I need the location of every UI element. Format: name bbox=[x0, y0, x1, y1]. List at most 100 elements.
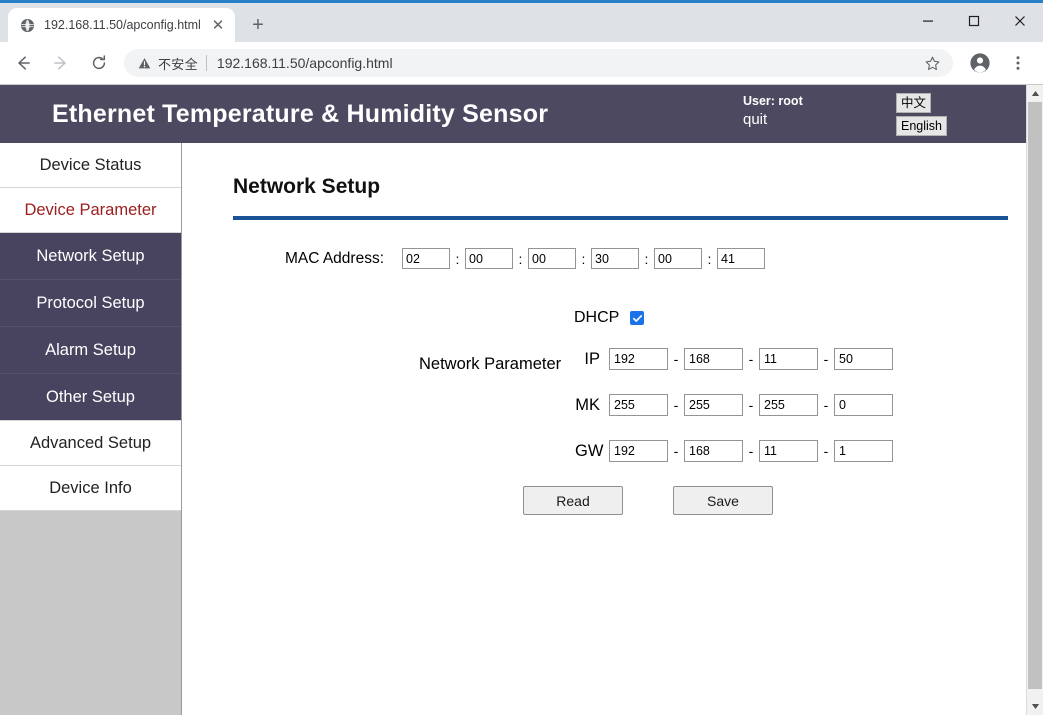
sidebar-item-device-parameter[interactable]: Device Parameter bbox=[0, 188, 181, 233]
title-divider bbox=[233, 216, 1008, 220]
mk-octet-1[interactable] bbox=[609, 394, 668, 416]
browser-menu-icon[interactable] bbox=[1003, 48, 1033, 78]
not-secure-warning-icon bbox=[137, 56, 152, 71]
mac-separator: : bbox=[576, 251, 591, 267]
minimize-icon[interactable] bbox=[905, 3, 951, 39]
mac-octet-1[interactable] bbox=[402, 248, 450, 269]
ip-separator: - bbox=[668, 351, 684, 367]
forward-icon[interactable] bbox=[46, 48, 76, 78]
gw-octet-1[interactable] bbox=[609, 440, 668, 462]
user-label: User: root bbox=[743, 93, 803, 110]
mac-octet-3[interactable] bbox=[528, 248, 576, 269]
network-form: MAC Address: : : : : : bbox=[182, 248, 1026, 515]
sidebar-item-advanced-setup[interactable]: Advanced Setup bbox=[0, 421, 181, 466]
mk-separator: - bbox=[818, 397, 834, 413]
network-parameter-block: DHCP Network Parameter IP - bbox=[182, 309, 1026, 515]
mac-octet-5[interactable] bbox=[654, 248, 702, 269]
mk-label: MK bbox=[575, 396, 609, 415]
form-buttons: Read Save bbox=[523, 486, 1026, 515]
lang-chinese-button[interactable]: 中文 bbox=[896, 93, 931, 113]
mac-octet-2[interactable] bbox=[465, 248, 513, 269]
mac-octet-4[interactable] bbox=[591, 248, 639, 269]
main-content: Network Setup MAC Address: : : : bbox=[182, 143, 1026, 715]
mac-octet-6[interactable] bbox=[717, 248, 765, 269]
mk-separator: - bbox=[668, 397, 684, 413]
ip-octet-3[interactable] bbox=[759, 348, 818, 370]
ip-separator: - bbox=[818, 351, 834, 367]
url-text: 192.168.11.50/apconfig.html bbox=[217, 55, 393, 71]
omnibox-divider bbox=[206, 55, 207, 71]
mac-address-label: MAC Address: bbox=[182, 250, 402, 268]
ip-row: IP - - - bbox=[575, 348, 1026, 370]
dhcp-row: DHCP bbox=[574, 309, 1026, 327]
mac-address-row: MAC Address: : : : : : bbox=[182, 248, 1026, 269]
page-viewport: Ethernet Temperature & Humidity Sensor U… bbox=[0, 84, 1043, 715]
back-icon[interactable] bbox=[8, 48, 38, 78]
quit-link[interactable]: quit bbox=[743, 110, 803, 130]
maximize-icon[interactable] bbox=[951, 3, 997, 39]
site-title: Ethernet Temperature & Humidity Sensor bbox=[52, 100, 548, 129]
mk-row: MK - - - bbox=[575, 394, 1026, 416]
close-window-icon[interactable] bbox=[997, 3, 1043, 39]
site-header: Ethernet Temperature & Humidity Sensor U… bbox=[0, 85, 1026, 143]
page-body: Device Status Device Parameter Network S… bbox=[0, 143, 1026, 715]
bookmark-star-icon[interactable] bbox=[918, 55, 941, 72]
browser-tab[interactable]: 192.168.11.50/apconfig.html ✕ bbox=[8, 8, 235, 42]
sidebar-item-device-status[interactable]: Device Status bbox=[0, 143, 181, 188]
sidebar-filler bbox=[0, 511, 181, 715]
mk-octet-3[interactable] bbox=[759, 394, 818, 416]
ip-label: IP bbox=[575, 350, 609, 369]
gw-octet-4[interactable] bbox=[834, 440, 893, 462]
save-button[interactable]: Save bbox=[673, 486, 773, 515]
network-parameter-label: Network Parameter bbox=[419, 355, 561, 374]
gw-separator: - bbox=[743, 443, 759, 459]
browser-toolbar: 不安全 192.168.11.50/apconfig.html bbox=[0, 42, 1043, 84]
scroll-down-icon[interactable] bbox=[1027, 698, 1043, 715]
reload-icon[interactable] bbox=[84, 48, 114, 78]
gw-separator: - bbox=[818, 443, 834, 459]
profile-avatar-icon[interactable] bbox=[965, 48, 995, 78]
sidebar-item-network-setup[interactable]: Network Setup bbox=[0, 233, 181, 280]
lang-english-button[interactable]: English bbox=[896, 116, 947, 136]
read-button[interactable]: Read bbox=[523, 486, 623, 515]
tab-title: 192.168.11.50/apconfig.html bbox=[44, 18, 205, 32]
gw-octet-2[interactable] bbox=[684, 440, 743, 462]
gw-octet-3[interactable] bbox=[759, 440, 818, 462]
page-scrollbar[interactable] bbox=[1026, 85, 1043, 715]
scroll-up-icon[interactable] bbox=[1027, 85, 1043, 102]
gw-row: GW - - - bbox=[575, 440, 1026, 462]
gw-label: GW bbox=[575, 442, 609, 461]
globe-icon bbox=[19, 17, 35, 33]
mk-octet-4[interactable] bbox=[834, 394, 893, 416]
ip-separator: - bbox=[743, 351, 759, 367]
user-info: User: root quit bbox=[743, 93, 803, 130]
scrollbar-track[interactable] bbox=[1027, 102, 1043, 698]
sidebar-item-alarm-setup[interactable]: Alarm Setup bbox=[0, 327, 181, 374]
scrollbar-thumb[interactable] bbox=[1028, 102, 1042, 689]
browser-window: 192.168.11.50/apconfig.html ✕ + bbox=[0, 0, 1043, 715]
sidebar-item-protocol-setup[interactable]: Protocol Setup bbox=[0, 280, 181, 327]
ip-octet-2[interactable] bbox=[684, 348, 743, 370]
sidebar-item-device-info[interactable]: Device Info bbox=[0, 466, 181, 511]
close-icon[interactable]: ✕ bbox=[209, 16, 227, 34]
dhcp-checkbox[interactable] bbox=[630, 311, 644, 325]
sidebar-item-other-setup[interactable]: Other Setup bbox=[0, 374, 181, 421]
ip-octet-4[interactable] bbox=[834, 348, 893, 370]
tab-strip: 192.168.11.50/apconfig.html ✕ + bbox=[0, 3, 1043, 42]
dhcp-label: DHCP bbox=[574, 309, 619, 327]
mac-separator: : bbox=[450, 251, 465, 267]
address-bar[interactable]: 不安全 192.168.11.50/apconfig.html bbox=[124, 49, 953, 77]
mk-octet-2[interactable] bbox=[684, 394, 743, 416]
window-controls bbox=[905, 3, 1043, 39]
language-switcher: 中文 English bbox=[896, 93, 947, 139]
new-tab-button[interactable]: + bbox=[244, 11, 272, 39]
security-status-text: 不安全 bbox=[158, 54, 198, 73]
mac-separator: : bbox=[513, 251, 528, 267]
ip-octet-1[interactable] bbox=[609, 348, 668, 370]
sidebar-nav: Device Status Device Parameter Network S… bbox=[0, 143, 182, 715]
mac-separator: : bbox=[702, 251, 717, 267]
mk-separator: - bbox=[743, 397, 759, 413]
mac-separator: : bbox=[639, 251, 654, 267]
web-page: Ethernet Temperature & Humidity Sensor U… bbox=[0, 85, 1026, 715]
page-title: Network Setup bbox=[233, 175, 1026, 199]
